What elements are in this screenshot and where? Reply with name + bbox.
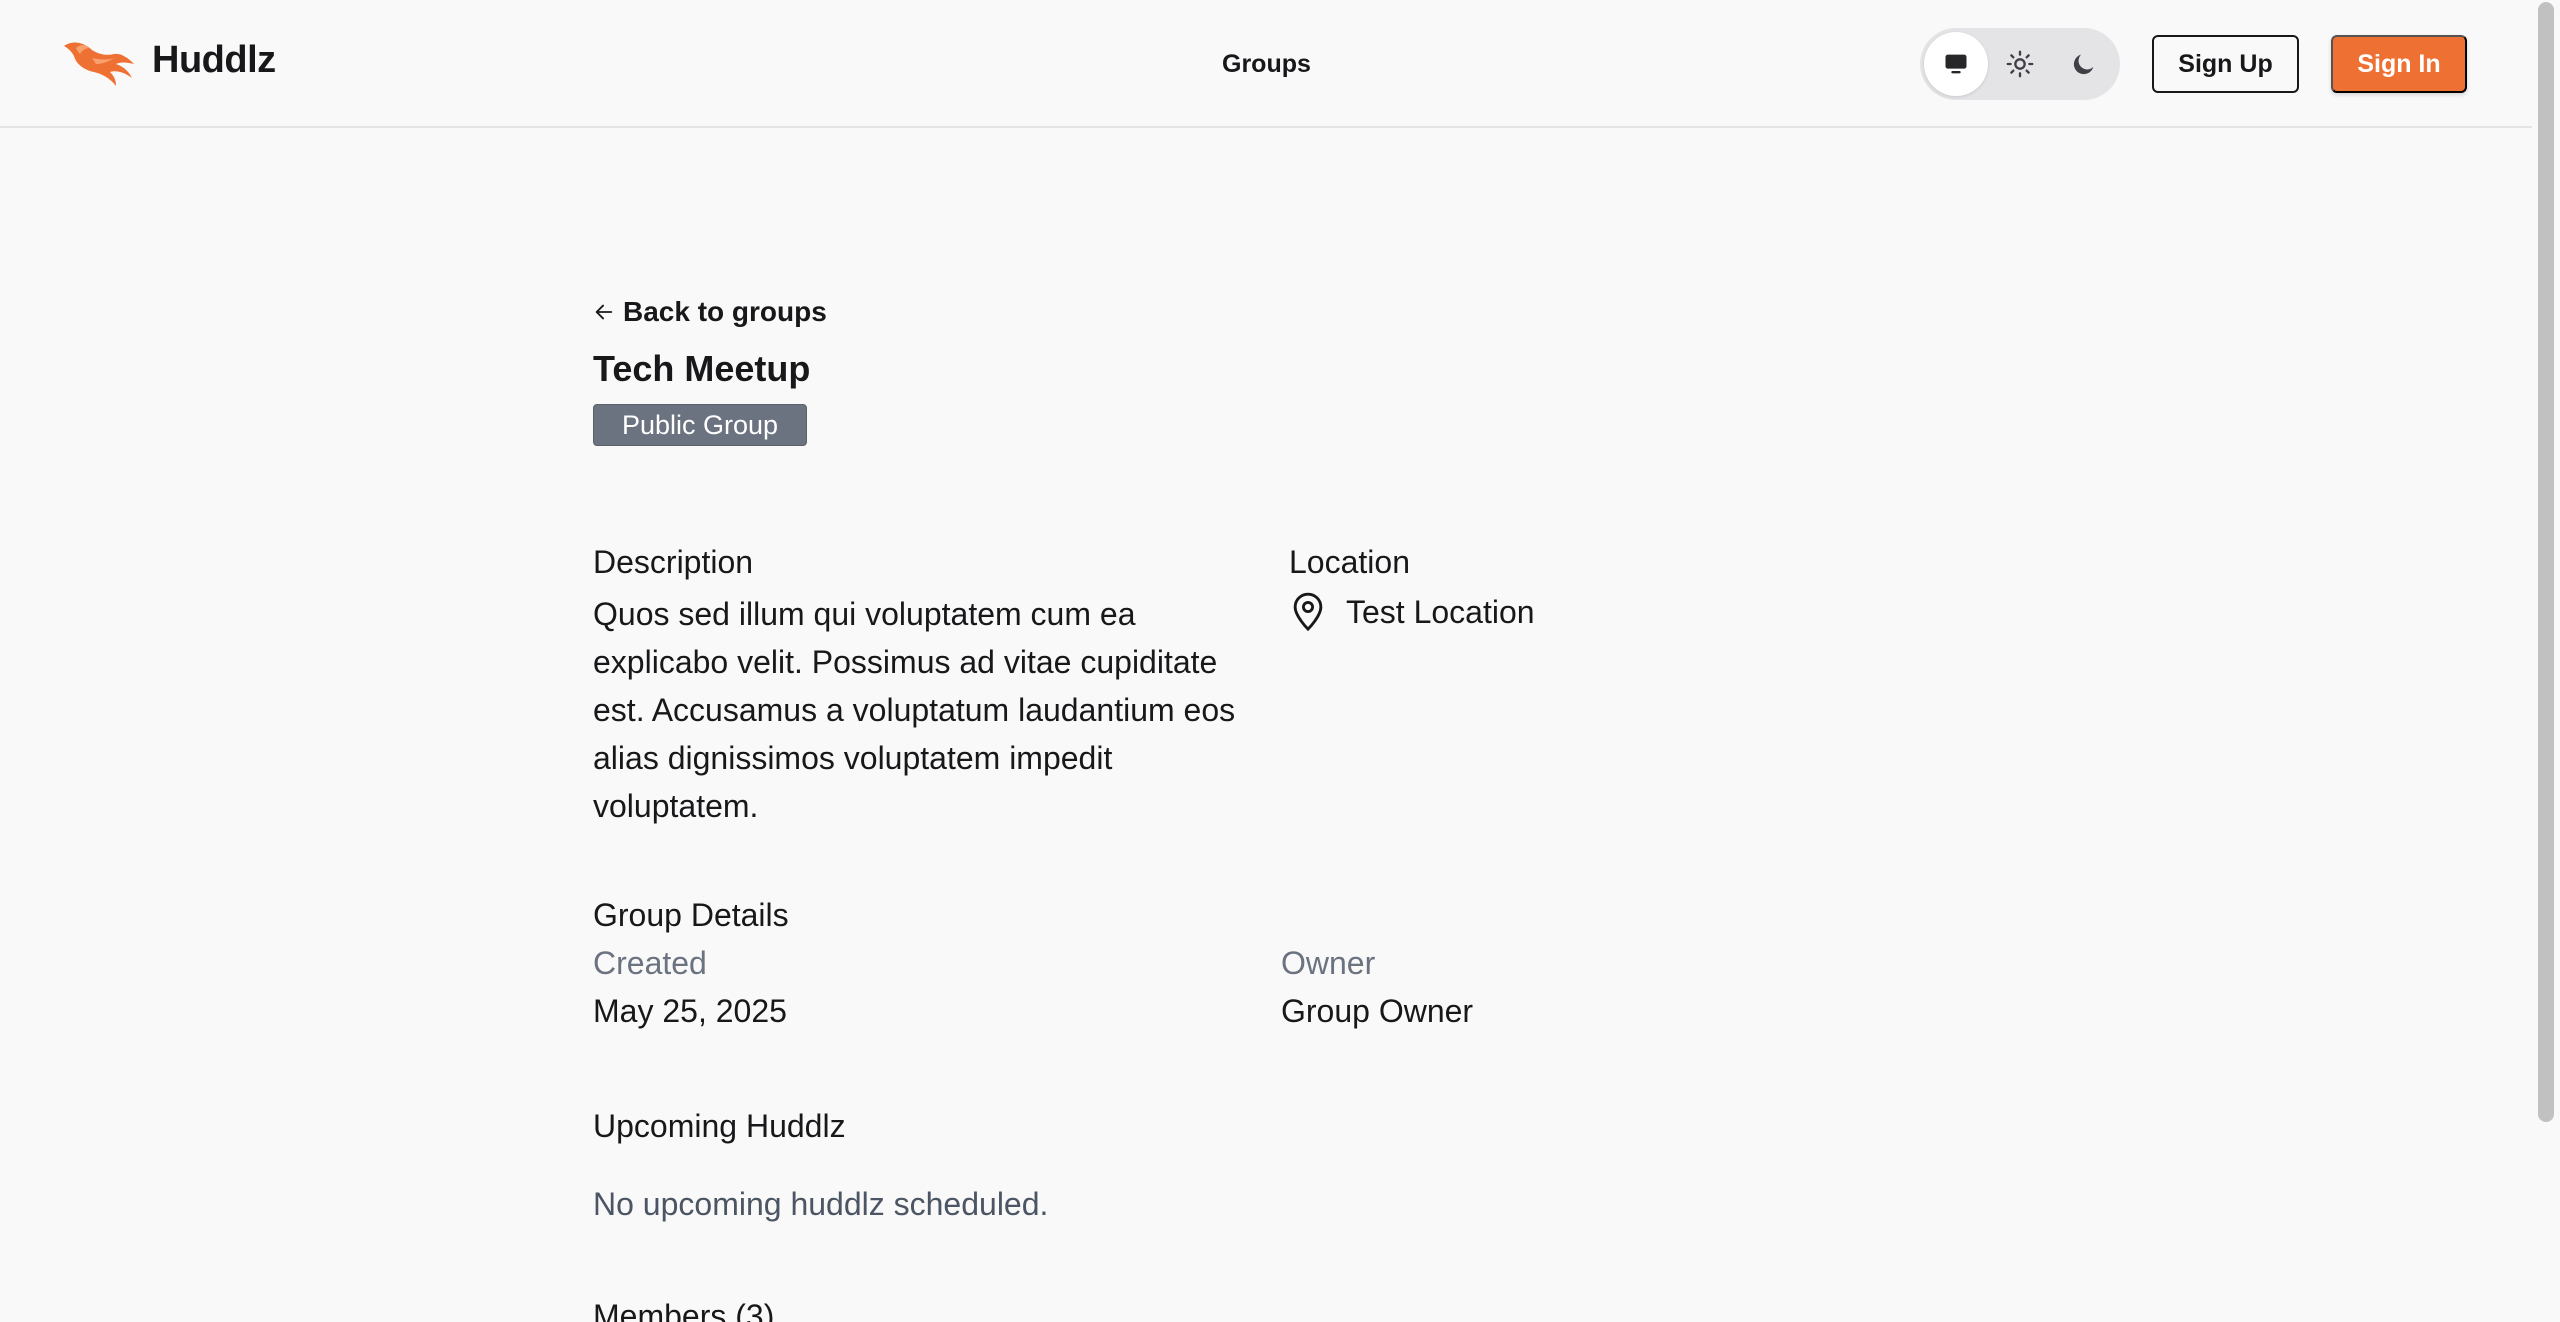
location-heading: Location bbox=[1289, 544, 1410, 580]
visibility-badge: Public Group bbox=[593, 404, 807, 446]
sign-up-button[interactable]: Sign Up bbox=[2152, 35, 2299, 93]
brand-name: Huddlz bbox=[152, 38, 276, 81]
description-heading: Description bbox=[593, 544, 754, 580]
upcoming-huddlz-heading: Upcoming Huddlz bbox=[593, 1108, 846, 1144]
sun-icon bbox=[2006, 50, 2034, 78]
created-value: May 25, 2025 bbox=[593, 993, 787, 1029]
brand-home-link[interactable]: Huddlz bbox=[62, 34, 276, 86]
nav-link-groups[interactable]: Groups bbox=[1222, 50, 1311, 79]
scrollbar-thumb[interactable] bbox=[2538, 2, 2554, 1122]
members-heading: Members (3) bbox=[593, 1298, 775, 1322]
map-pin-icon bbox=[1293, 592, 1323, 632]
page-title: Tech Meetup bbox=[593, 348, 811, 389]
page: Huddlz Groups Sign Up Sign In Back to gr… bbox=[0, 0, 2560, 1322]
owner-value: Group Owner bbox=[1281, 993, 1474, 1029]
phoenix-logo-icon bbox=[64, 42, 134, 86]
theme-light-button[interactable] bbox=[1988, 32, 2052, 96]
sign-in-button[interactable]: Sign In bbox=[2331, 35, 2467, 93]
monitor-icon bbox=[1945, 54, 1967, 74]
owner-label: Owner bbox=[1281, 945, 1376, 981]
theme-switcher bbox=[1920, 28, 2120, 100]
moon-icon bbox=[2073, 54, 2094, 75]
vertical-scrollbar[interactable] bbox=[2532, 0, 2560, 1322]
top-navbar: Huddlz Groups Sign Up Sign In bbox=[0, 0, 2532, 128]
created-label: Created bbox=[593, 945, 707, 981]
location-row: Test Location bbox=[1290, 592, 1535, 632]
group-details-heading: Group Details bbox=[593, 897, 789, 933]
group-description: Quos sed illum qui voluptatem cum ea exp… bbox=[593, 596, 1236, 824]
theme-dark-button[interactable] bbox=[2052, 32, 2116, 96]
arrow-left-icon bbox=[595, 304, 613, 320]
back-link-label: Back to groups bbox=[623, 296, 827, 327]
location-value: Test Location bbox=[1346, 593, 1535, 630]
theme-system-button[interactable] bbox=[1924, 32, 1988, 96]
back-to-groups-link[interactable]: Back to groups bbox=[593, 296, 827, 328]
upcoming-empty-message: No upcoming huddlz scheduled. bbox=[593, 1186, 1049, 1222]
